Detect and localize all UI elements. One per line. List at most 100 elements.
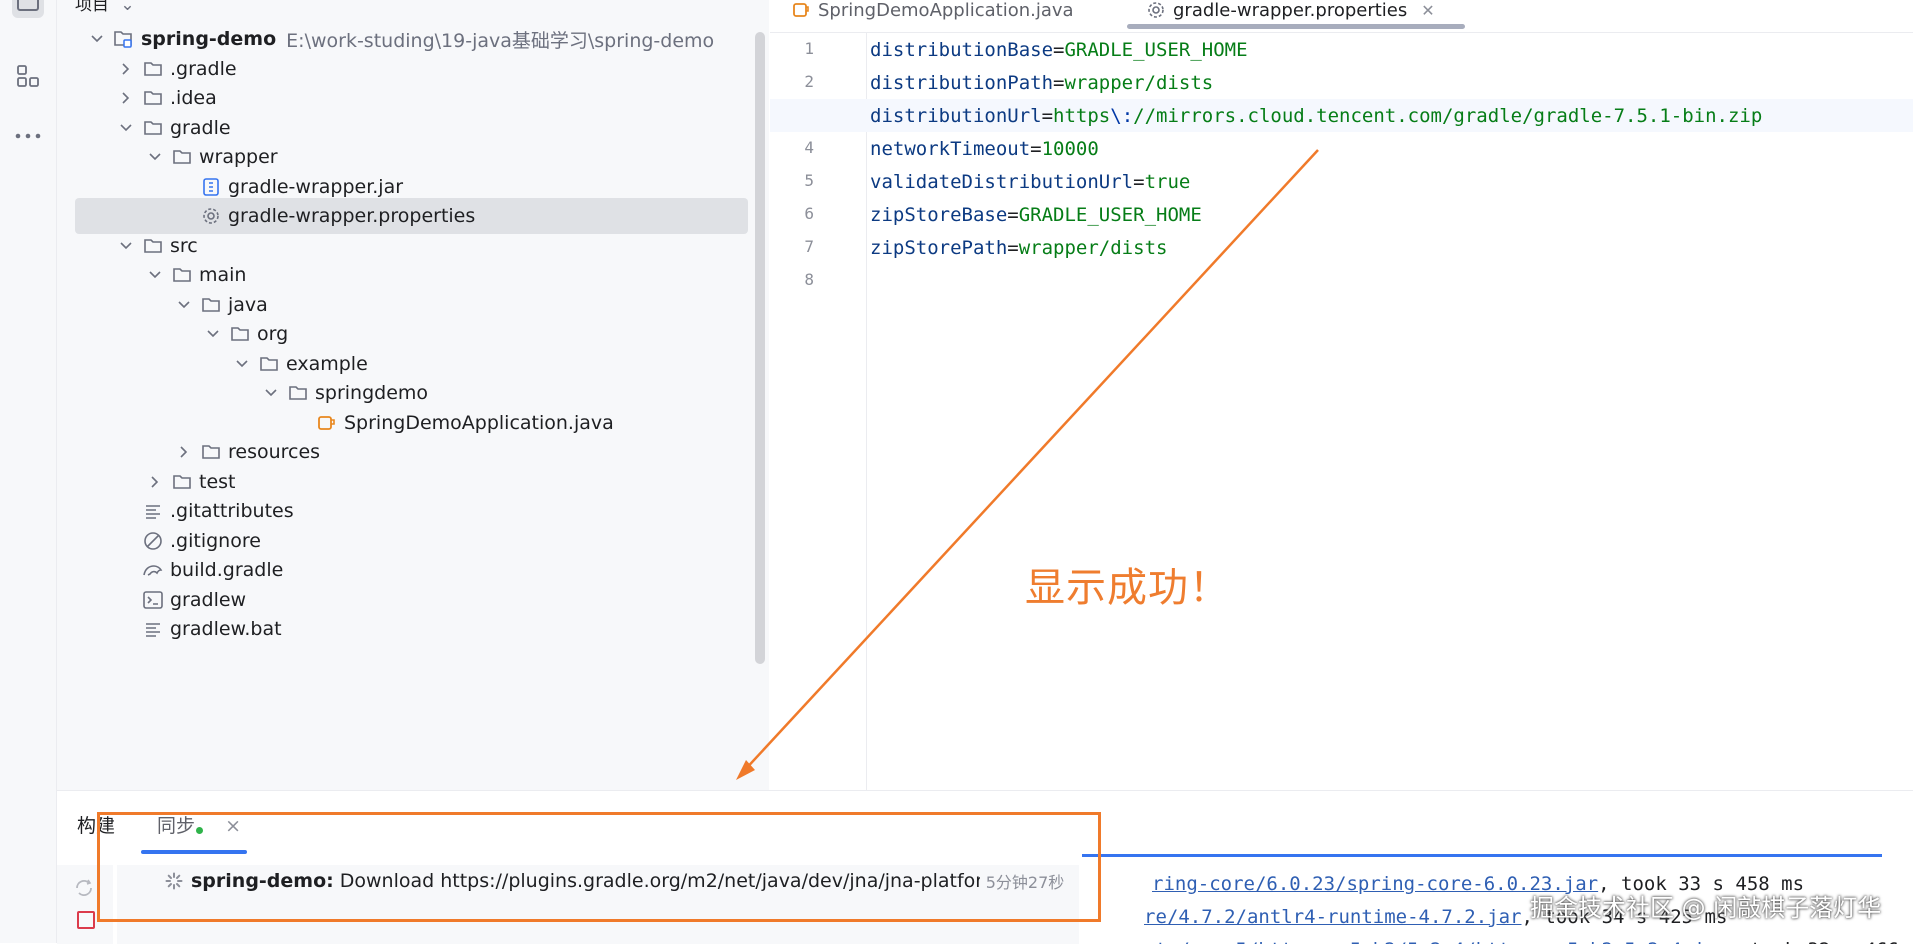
tree-item-label: java	[228, 293, 268, 316]
folder-icon	[142, 88, 164, 108]
tree-item-label: gradle	[170, 116, 231, 139]
text-file-icon	[142, 501, 164, 521]
folder-icon	[258, 354, 280, 374]
code-editor[interactable]: 12345678 distributionBase=GRADLE_USER_HO…	[770, 33, 1913, 790]
tree-item-label: gradle-wrapper.properties	[228, 205, 476, 227]
stop-icon[interactable]	[77, 911, 95, 929]
property-value: \:	[1110, 104, 1134, 127]
line-number: 7	[804, 237, 814, 256]
chevron-right-icon[interactable]	[174, 442, 194, 462]
property-key: distributionBase	[870, 38, 1054, 61]
folder-icon	[171, 472, 193, 492]
console-link[interactable]: re/4.7.2/antlr4-runtime-4.7.2.jar	[1144, 906, 1522, 928]
watermark: 掘金技术社区 @ 闲敲棋子落灯华	[1530, 894, 1882, 922]
code-line[interactable]: distributionBase = GRADLE_USER_HOME	[870, 33, 1248, 66]
folder-icon	[171, 147, 193, 167]
equals-sign: =	[1041, 104, 1054, 127]
tree-item-label: .gitattributes	[170, 500, 294, 522]
code-line[interactable]: networkTimeout = 10000	[870, 132, 1099, 165]
project-panel-title: 项目	[75, 0, 109, 15]
line-number: 6	[804, 204, 814, 223]
equals-sign: =	[1053, 71, 1065, 94]
tree-item-label: .gitignore	[170, 529, 261, 552]
gear-icon	[200, 206, 222, 226]
tree-item-label: build.gradle	[170, 559, 284, 581]
project-panel-header[interactable]: 项目 ⌄	[75, 0, 135, 15]
tree-item-label: main	[199, 264, 247, 286]
property-value: true	[1144, 170, 1191, 193]
refresh-icon[interactable]	[73, 877, 95, 903]
chevron-right-icon[interactable]	[116, 88, 136, 108]
chevron-down-icon[interactable]	[145, 265, 165, 285]
project-panel: 项目 ⌄ spring-demo E:\work-studing\19-java基…	[57, 0, 769, 790]
console-line: nts/core5/httpcore5-h2/5.2.4/httpcore5-h…	[1144, 939, 1913, 944]
chevron-down-icon[interactable]	[87, 29, 107, 49]
equals-sign: =	[1053, 38, 1065, 61]
project-view-icon[interactable]	[12, 0, 44, 18]
chevron-down-icon[interactable]	[116, 236, 136, 256]
project-scrollbar[interactable]	[755, 32, 765, 664]
code-line[interactable]: distributionUrl = https \://mirrors.cloud.t…	[870, 99, 1762, 132]
chevron-down-icon[interactable]	[145, 147, 165, 167]
tree-item-label: gradlew.bat	[170, 618, 282, 640]
line-number-gutter: 12345678	[770, 33, 867, 790]
tree-item-label: SpringDemoApplication.java	[344, 411, 614, 434]
tab-spring-demo-application[interactable]: SpringDemoApplication.java	[790, 0, 1074, 30]
line-number: 4	[804, 138, 814, 157]
property-key: networkTimeout	[870, 137, 1031, 160]
chevron-down-icon[interactable]: ⌄	[120, 0, 134, 15]
gitignore-icon	[142, 531, 164, 551]
code-line[interactable]: validateDistributionUrl = true	[870, 165, 1190, 198]
gear-icon	[1145, 0, 1167, 20]
line-number: 2	[804, 72, 814, 91]
folder-icon	[142, 118, 164, 138]
console-link[interactable]: nts/core5/httpcore5-h2/5.2.4/httpcore5-h…	[1144, 939, 1727, 944]
property-key: distributionUrl	[870, 104, 1042, 127]
annotation-text: 显示成功！	[1025, 565, 1230, 611]
tree-item-label: org	[257, 323, 289, 345]
property-key: zipStoreBase	[870, 203, 1008, 226]
spring-class-icon	[790, 0, 812, 20]
property-value: wrapper/dists	[1064, 71, 1214, 94]
tree-item-label: gradlew	[170, 588, 247, 611]
text-file-icon	[142, 619, 164, 639]
chevron-down-icon[interactable]	[203, 324, 223, 344]
property-key: validateDistributionUrl	[870, 170, 1134, 193]
property-value: GRADLE_USER_HOME	[1064, 38, 1248, 61]
chevron-down-icon[interactable]	[232, 354, 252, 374]
tree-item-label: .idea	[170, 87, 217, 109]
console-text: , took 32 s 466 ms	[1727, 939, 1913, 944]
gradle-icon	[142, 560, 164, 580]
tree-item-label: gradle-wrapper.jar	[228, 175, 404, 198]
active-tab-indicator	[1127, 24, 1465, 29]
property-key: zipStorePath	[870, 236, 1008, 259]
chevron-down-icon[interactable]	[116, 118, 136, 138]
tree-item-label: .gradle	[170, 57, 237, 80]
chevron-right-icon[interactable]	[116, 59, 136, 79]
property-value: 10000	[1041, 137, 1099, 160]
equals-sign: =	[1007, 236, 1019, 259]
close-icon[interactable]: ✕	[1421, 1, 1434, 20]
folder-icon	[142, 59, 164, 79]
chevron-down-icon[interactable]	[174, 295, 194, 315]
terminal-icon	[142, 590, 164, 610]
annotation-highlight-box	[97, 812, 1101, 922]
folder-icon	[171, 265, 193, 285]
line-number: 1	[804, 39, 814, 58]
code-line[interactable]: zipStoreBase = GRADLE_USER_HOME	[870, 198, 1202, 231]
code-line[interactable]: zipStorePath = wrapper/dists	[870, 231, 1167, 264]
more-icon[interactable]	[12, 120, 44, 152]
property-value: //mirrors.cloud.tencent.com/gradle/gradl…	[1133, 104, 1763, 127]
structure-icon[interactable]	[12, 60, 44, 92]
tree-item[interactable]: gradlew.bat	[75, 611, 748, 647]
module-folder-icon	[113, 29, 135, 49]
property-key: distributionPath	[870, 71, 1054, 94]
code-line[interactable]: distributionPath = wrapper/dists	[870, 66, 1213, 99]
tree-item-label: src	[170, 234, 198, 257]
activity-bar	[0, 0, 57, 943]
tree-item-path: E:\work-studing\19-java基础学习\spring-demo	[286, 29, 715, 52]
chevron-down-icon[interactable]	[261, 383, 281, 403]
chevron-right-icon[interactable]	[145, 472, 165, 492]
tab-label: SpringDemoApplication.java	[818, 0, 1074, 21]
tree-item-label: spring-demo	[141, 28, 277, 50]
